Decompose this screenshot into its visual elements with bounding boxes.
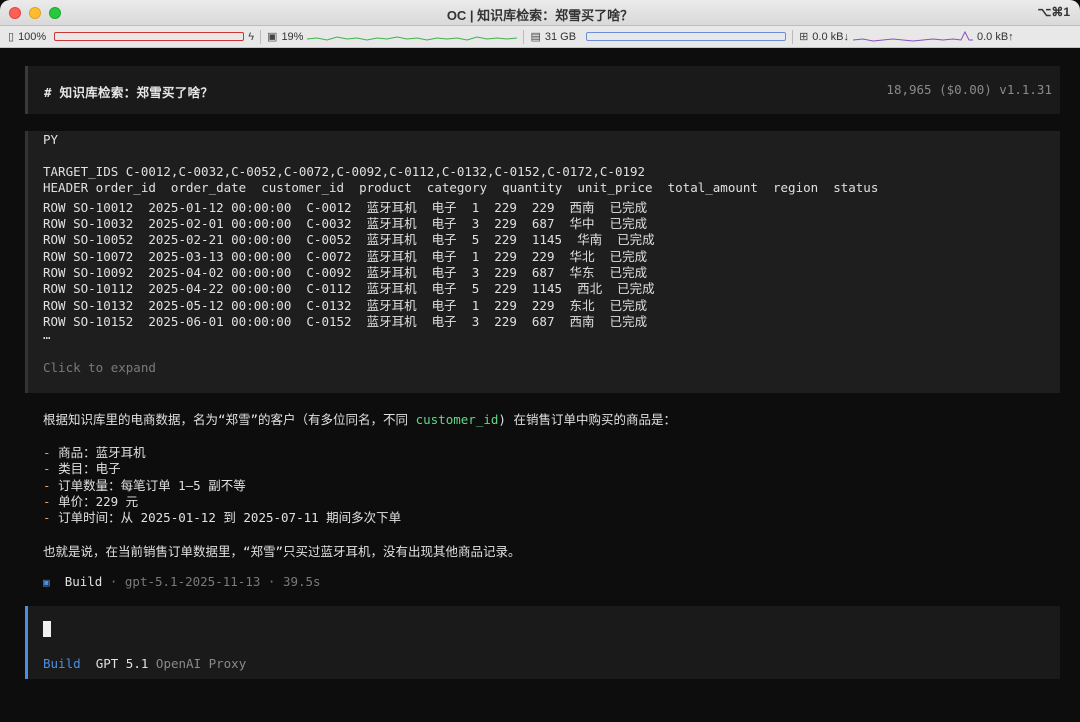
list-item: - 订单时间：从 2025-01-12 到 2025-07-11 期间多次下单 (43, 507, 401, 526)
network-icon: ⊞ (799, 31, 809, 43)
battery-status: ▯ 100% ϟ (8, 30, 255, 44)
net-up-value: 0.0 kB↑ (976, 30, 1014, 43)
memory-value: 31 GB (544, 30, 577, 43)
inline-code: customer_id (415, 412, 499, 427)
answer-intro: 根据知识库里的电商数据，名为“郑雪”的客户（有多位同名，不同 customer_… (43, 409, 676, 428)
tool-header-row: HEADER order_id order_date customer_id p… (43, 180, 879, 195)
battery-value: 100% (18, 30, 47, 43)
tool-lang: PY (43, 132, 59, 147)
build-icon: ▣ (43, 576, 50, 589)
bullet-marker: - (43, 461, 51, 476)
network-status: ⊞ 0.0 kB↓ 0.0 kB↑ (799, 30, 1014, 44)
cpu-value: 19% (281, 30, 304, 43)
terminal-window: OC | 知识库检索：郑雪买了啥？ ⌥⌘1 ▯ 100% ϟ ▣ 19% ▤ 3… (0, 0, 1080, 722)
text-cursor (43, 621, 51, 637)
cpu-graph (307, 35, 518, 41)
build-meta: · gpt-5.1-2025-11-13 · 39.5s (102, 574, 321, 589)
table-row: ROW SO-10152 2025-06-01 00:00:00 C-0152 … (43, 314, 648, 329)
battery-icon: ▯ (8, 31, 15, 43)
provider-label: OpenAI Proxy (155, 656, 247, 671)
bullet-text: 类目：电子 (58, 461, 121, 476)
answer-intro-end: ) 在销售订单中购买的商品是： (498, 412, 676, 427)
bullet-marker: - (43, 510, 51, 525)
battery-bar (54, 32, 245, 41)
title-bar: OC | 知识库检索：郑雪买了啥？ ⌥⌘1 (0, 0, 1080, 26)
bullet-text: 订单时间：从 2025-01-12 到 2025-07-11 期间多次下单 (58, 510, 402, 525)
terminal-content: # 知识库检索：郑雪买了啥？ 18,965 ($0.00) v1.1.31 PY… (0, 49, 1080, 722)
tool-ellipsis: … (43, 327, 51, 342)
mode-selector[interactable]: Build (43, 656, 81, 671)
window-shortcut: ⌥⌘1 (1037, 5, 1070, 19)
session-header: # 知识库检索：郑雪买了啥？ 18,965 ($0.00) v1.1.31 (25, 66, 1060, 114)
bolt-icon: ϟ (248, 30, 255, 43)
prompt-input[interactable]: Build GPT 5.1 OpenAI Proxy (25, 606, 1060, 679)
tool-output-block[interactable]: PY TARGET_IDS C-0012,C-0032,C-0052,C-007… (25, 131, 1060, 393)
session-title: # 知识库检索：郑雪买了啥？ (44, 85, 214, 100)
tool-target-ids: TARGET_IDS C-0012,C-0032,C-0052,C-0072,C… (43, 164, 646, 179)
expand-link[interactable]: Click to expand (43, 360, 156, 375)
session-meta: 18,965 ($0.00) v1.1.31 (886, 82, 1052, 97)
memory-status: ▤ 31 GB (530, 30, 787, 43)
answer-conclusion: 也就是说，在当前销售订单数据里，“郑雪”只买过蓝牙耳机，没有出现其他商品记录。 (43, 544, 521, 559)
build-label: Build (64, 574, 103, 589)
cpu-status: ▣ 19% (267, 30, 518, 44)
answer-intro-text: 根据知识库里的电商数据，名为“郑雪”的客户（有多位同名，不同 (43, 412, 416, 427)
net-down-value: 0.0 kB↓ (812, 30, 849, 43)
status-bar: ▯ 100% ϟ ▣ 19% ▤ 31 GB ⊞ 0.0 kB↓ 0.0 kB↑ (0, 26, 1080, 48)
window-title: OC | 知识库检索：郑雪买了啥？ (446, 8, 634, 23)
network-graph (852, 30, 973, 42)
cpu-icon: ▣ (267, 31, 278, 43)
mode-line: Build GPT 5.1 OpenAI Proxy (43, 656, 246, 671)
model-selector[interactable]: GPT 5.1 (96, 656, 149, 671)
build-status: ▣ Build · gpt-5.1-2025-11-13 · 39.5s (43, 574, 321, 589)
memory-icon: ▤ (530, 31, 541, 43)
memory-bar (586, 32, 787, 41)
